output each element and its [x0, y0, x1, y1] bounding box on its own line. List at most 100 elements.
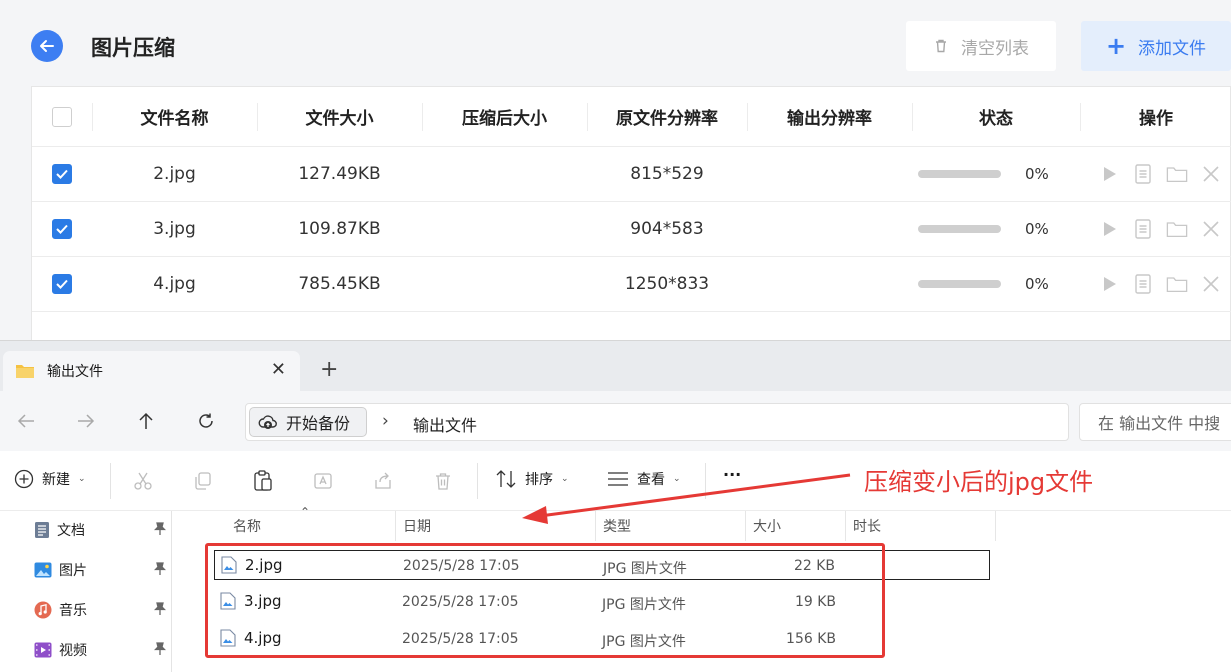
sort-caret-icon: ⌃: [300, 505, 311, 519]
breadcrumb-backup[interactable]: 开始备份: [249, 407, 367, 437]
col-header-size[interactable]: 大小: [745, 511, 845, 541]
folder-icon[interactable]: [1166, 218, 1188, 240]
progress-text: 0%: [1025, 220, 1049, 238]
add-file-button[interactable]: + 添加文件: [1081, 21, 1231, 71]
pin-icon[interactable]: [153, 602, 167, 620]
pin-icon[interactable]: [153, 522, 167, 540]
new-label: 新建: [42, 472, 70, 488]
close-icon[interactable]: [1200, 163, 1222, 185]
table-row: 2.jpg 127.49KB 815*529 0%: [32, 147, 1231, 202]
file-date: 2025/5/28 17:05: [403, 558, 520, 574]
file-size: 156 KB: [786, 631, 836, 647]
image-file-icon: [220, 629, 236, 647]
pin-icon[interactable]: [153, 642, 167, 660]
sort-label: 排序: [525, 472, 553, 488]
back-arrow-icon[interactable]: [14, 409, 38, 433]
up-arrow-icon[interactable]: [134, 409, 158, 433]
search-input[interactable]: 在 输出文件 中搜: [1079, 403, 1231, 441]
col-header-status: 状态: [979, 109, 1013, 129]
document-icon[interactable]: [1132, 163, 1154, 185]
close-icon[interactable]: [1200, 218, 1222, 240]
file-type: JPG 图片文件: [602, 634, 686, 650]
row-checkbox[interactable]: [52, 164, 72, 184]
chevron-down-icon: ⌄: [561, 474, 569, 484]
sidebar-item-label: 图片: [59, 563, 87, 579]
divider: [747, 103, 748, 131]
chevron-right-icon: ›: [382, 411, 389, 431]
sidebar-item-documents[interactable]: 文档: [34, 518, 170, 542]
file-size: 785.45KB: [298, 274, 381, 294]
tab-output-folder[interactable]: 输出文件 ✕: [3, 351, 300, 391]
select-all-checkbox[interactable]: [52, 106, 72, 127]
sidebar-item-pictures[interactable]: 图片: [34, 558, 170, 582]
close-icon[interactable]: ✕: [271, 361, 286, 379]
cut-icon[interactable]: [131, 469, 155, 493]
check-icon: [56, 279, 68, 289]
plus-icon: +: [1105, 32, 1127, 60]
view-list-icon: [608, 472, 628, 486]
address-bar[interactable]: 开始备份 › 输出文件: [245, 403, 1069, 441]
sidebar-item-music[interactable]: 音乐: [34, 598, 170, 622]
close-icon[interactable]: [1200, 273, 1222, 295]
picture-icon: [34, 562, 52, 578]
file-size: 19 KB: [794, 594, 836, 610]
new-tab-button[interactable]: +: [320, 359, 338, 381]
image-file-icon: [221, 556, 237, 574]
sort-button[interactable]: 排序 ⌄: [495, 469, 569, 489]
row-checkbox[interactable]: [52, 219, 72, 239]
plus-circle-icon: [14, 469, 34, 489]
table-header: 文件名称 文件大小 压缩后大小 原文件分辨率 输出分辨率 状态 操作: [32, 87, 1231, 147]
sidebar-item-label: 视频: [59, 643, 87, 659]
image-compress-app: 图片压缩 清空列表 + 添加文件 文件名称 文件大小 压缩后大小 原文件分辨率 …: [0, 0, 1231, 340]
view-button[interactable]: 查看 ⌄: [607, 469, 681, 489]
orig-resolution: 904*583: [630, 219, 704, 239]
paste-icon[interactable]: [251, 469, 275, 493]
copy-icon[interactable]: [191, 469, 215, 493]
col-header-duration[interactable]: 时长: [845, 511, 995, 541]
file-row[interactable]: 4.jpg 2025/5/28 17:05 JPG 图片文件 156 KB: [214, 624, 990, 654]
forward-arrow-icon[interactable]: [74, 409, 98, 433]
row-checkbox[interactable]: [52, 274, 72, 294]
rename-icon[interactable]: [311, 469, 335, 493]
new-button[interactable]: 新建 ⌄: [14, 469, 86, 489]
play-icon[interactable]: [1098, 163, 1120, 185]
share-icon[interactable]: [371, 469, 395, 493]
file-row[interactable]: 3.jpg 2025/5/28 17:05 JPG 图片文件 19 KB: [214, 587, 990, 617]
clear-list-label: 清空列表: [961, 38, 1029, 59]
trash-icon: [936, 39, 946, 53]
play-icon[interactable]: [1098, 218, 1120, 240]
col-header-date[interactable]: 日期: [395, 511, 595, 541]
file-type: JPG 图片文件: [602, 597, 686, 613]
delete-icon[interactable]: [431, 469, 455, 493]
more-options-button[interactable]: ···: [723, 465, 741, 484]
pin-icon[interactable]: [153, 562, 167, 580]
sidebar-item-videos[interactable]: 视频: [34, 638, 170, 662]
back-button[interactable]: [31, 30, 63, 62]
col-header-actions: 操作: [1139, 109, 1173, 129]
chevron-down-icon: ⌄: [673, 474, 681, 484]
document-icon[interactable]: [1132, 273, 1154, 295]
divider: [995, 511, 996, 541]
col-header-name[interactable]: 名称 ⌃: [225, 505, 395, 541]
music-icon: [34, 601, 52, 619]
play-icon[interactable]: [1098, 273, 1120, 295]
page-title: 图片压缩: [91, 36, 175, 60]
file-name: 3.jpg: [244, 592, 282, 610]
folder-icon[interactable]: [1166, 163, 1188, 185]
arrow-left-icon: [40, 40, 54, 52]
folder-icon[interactable]: [1166, 273, 1188, 295]
out-resolution: [747, 147, 912, 201]
file-row[interactable]: 2.jpg 2025/5/28 17:05 JPG 图片文件 22 KB: [214, 550, 990, 580]
refresh-icon[interactable]: [194, 409, 218, 433]
col-header-type[interactable]: 类型: [595, 511, 745, 541]
file-name: 2.jpg: [245, 556, 283, 574]
file-size: 22 KB: [793, 558, 835, 574]
orig-resolution: 1250*833: [624, 274, 710, 294]
document-icon[interactable]: [1132, 218, 1154, 240]
view-label: 查看: [637, 472, 665, 488]
clear-list-button[interactable]: 清空列表: [906, 21, 1056, 71]
breadcrumb-output-folder[interactable]: 输出文件: [413, 412, 477, 436]
breadcrumb-backup-label: 开始备份: [286, 414, 351, 433]
sidebar-item-label: 音乐: [59, 603, 87, 619]
file-explorer-window: 输出文件 ✕ + 开始备份 › 输出文件 在 输出文件 中搜 新建 ⌄ 排序 ⌄…: [0, 340, 1231, 672]
